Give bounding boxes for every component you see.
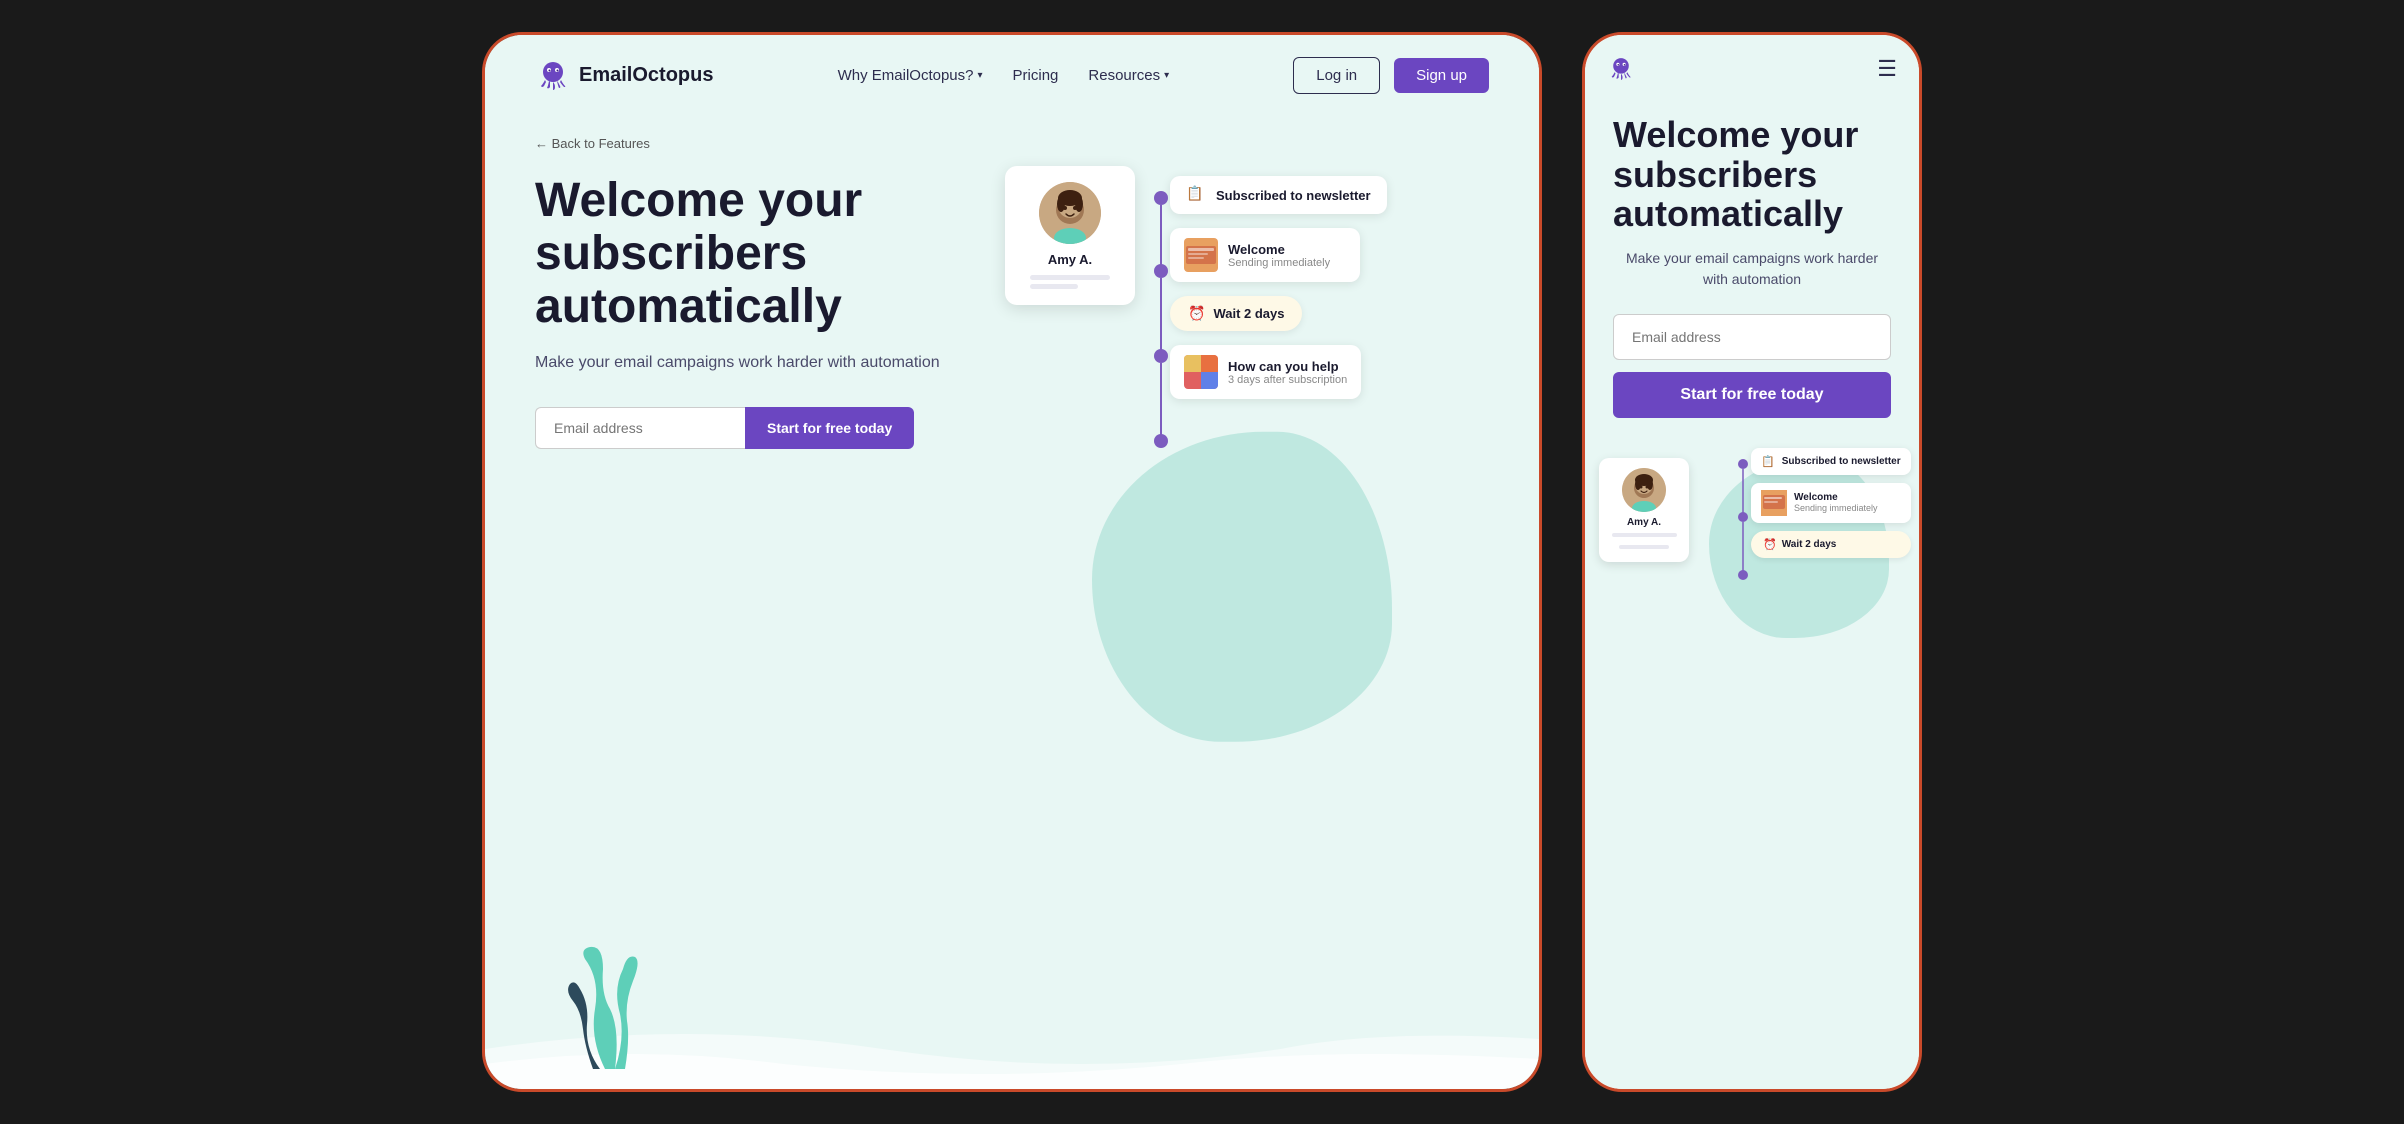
avatar: [1039, 182, 1101, 244]
mobile-doc-icon: 📋: [1761, 455, 1775, 468]
mobile-device: ☰ Welcome your subscribers automatically…: [1582, 32, 1922, 1092]
email-thumbnail-2: [1184, 355, 1218, 389]
hero-subtitle: Make your email campaigns work harder wi…: [535, 351, 995, 375]
automation-steps: 📋 Subscribed to newsletter: [1170, 176, 1387, 399]
mobile-step-welcome: Welcome Sending immediately: [1751, 483, 1911, 523]
mobile-start-button[interactable]: Start for free today: [1613, 372, 1891, 418]
mobile-navbar: ☰: [1585, 35, 1919, 95]
hero-title: Welcome your subscribers automatically: [535, 175, 995, 333]
signup-button[interactable]: Sign up: [1394, 58, 1489, 93]
mobile-clock-icon: ⏰: [1763, 538, 1777, 551]
mobile-hero: Welcome your subscribers automatically M…: [1585, 95, 1919, 438]
email-thumbnail-1: [1184, 238, 1218, 272]
step-howcanhelp-email: How can you help 3 days after subscripti…: [1170, 345, 1361, 399]
step-welcome-text: Welcome Sending immediately: [1228, 242, 1346, 269]
step-trigger: 📋 Subscribed to newsletter: [1170, 176, 1387, 214]
nav-links: Why EmailOctopus? ▾ Pricing Resources ▾: [838, 67, 1170, 84]
nav-why[interactable]: Why EmailOctopus? ▾: [838, 67, 983, 84]
mobile-hero-subtitle: Make your email campaigns work harder wi…: [1613, 248, 1891, 290]
nav-resources[interactable]: Resources ▾: [1088, 67, 1169, 84]
email-input[interactable]: [535, 407, 745, 449]
mobile-timeline: [1735, 456, 1751, 696]
hamburger-icon[interactable]: ☰: [1877, 56, 1897, 82]
mobile-octopus-logo: [1607, 55, 1635, 83]
doc-icon: 📋: [1186, 185, 1206, 205]
email-form: Start for free today: [535, 407, 995, 449]
left-content: ← Back to Features Welcome your subscrib…: [535, 136, 995, 1049]
logo-area[interactable]: EmailOctopus: [535, 58, 713, 94]
mobile-step-wait: ⏰ Wait 2 days: [1751, 531, 1911, 558]
timeline-svg: [1150, 188, 1172, 528]
octopus-logo-icon: [535, 58, 571, 94]
seaweed-decoration: [565, 939, 645, 1059]
navbar: EmailOctopus Why EmailOctopus? ▾ Pricing…: [485, 35, 1539, 116]
step-wait: ⏰ Wait 2 days: [1170, 296, 1302, 331]
chevron-down-icon: ▾: [978, 70, 983, 81]
mobile-step-trigger: 📋 Subscribed to newsletter: [1751, 448, 1911, 475]
mobile-amy-card: Amy A.: [1599, 458, 1689, 562]
mobile-hero-title: Welcome your subscribers automatically: [1613, 115, 1891, 234]
login-button[interactable]: Log in: [1293, 57, 1380, 94]
brand-name: EmailOctopus: [579, 64, 713, 87]
mobile-avatar: [1622, 468, 1666, 512]
clock-icon: ⏰: [1188, 305, 1205, 322]
mobile-amy-name: Amy A.: [1627, 517, 1661, 528]
back-link[interactable]: ← Back to Features: [535, 136, 995, 151]
step-welcome-email: Welcome Sending immediately: [1170, 228, 1360, 282]
automation-diagram: Amy A.: [995, 136, 1489, 1049]
chevron-down-icon: ▾: [1164, 70, 1169, 81]
nav-pricing[interactable]: Pricing: [1013, 67, 1059, 84]
mobile-diagram: Amy A. 📋 Subscribed to newsletter: [1585, 438, 1919, 1089]
nav-actions: Log in Sign up: [1293, 57, 1489, 94]
mobile-email-thumb-1: [1761, 490, 1787, 516]
amy-name: Amy A.: [1048, 252, 1092, 267]
main-content: ← Back to Features Welcome your subscrib…: [485, 116, 1539, 1089]
blob-background: [1092, 431, 1392, 741]
start-button[interactable]: Start for free today: [745, 407, 914, 449]
mobile-steps: 📋 Subscribed to newsletter Wel: [1751, 448, 1911, 558]
tablet-device: EmailOctopus Why EmailOctopus? ▾ Pricing…: [482, 32, 1542, 1092]
amy-card: Amy A.: [1005, 166, 1135, 305]
step-howcanhelp-text: How can you help 3 days after subscripti…: [1228, 359, 1347, 386]
mobile-welcome-text: Welcome Sending immediately: [1794, 492, 1878, 513]
mobile-email-input[interactable]: [1613, 314, 1891, 360]
